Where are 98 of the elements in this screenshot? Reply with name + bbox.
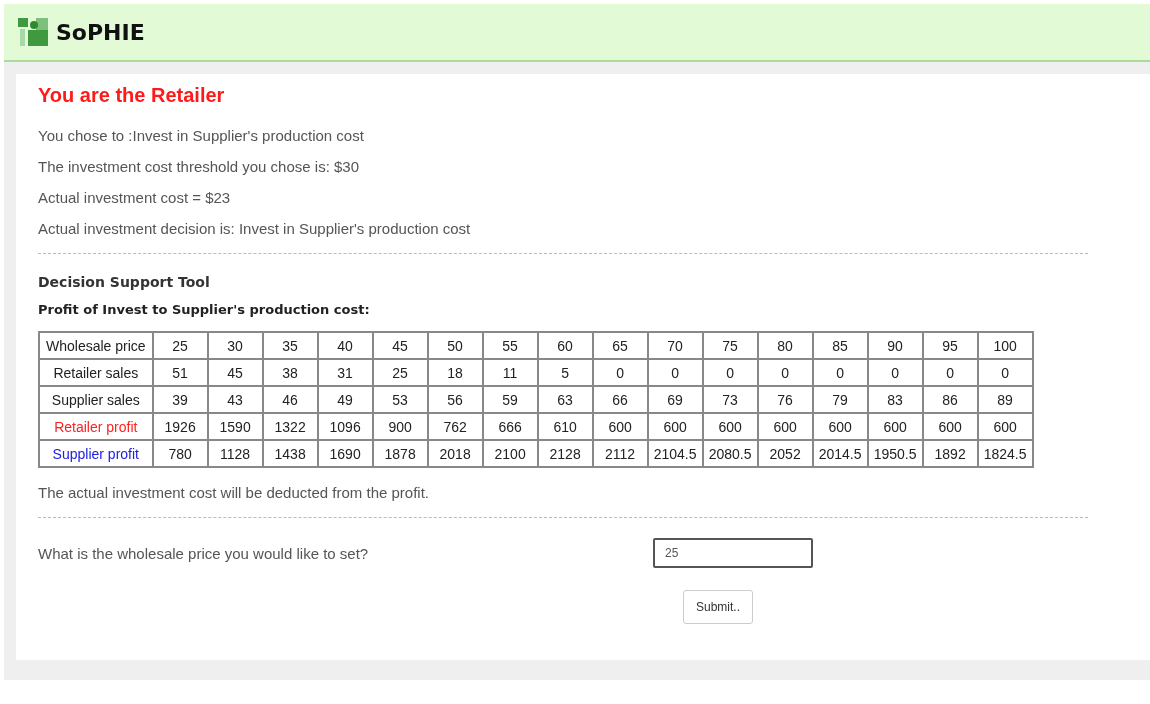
info-text: The investment cost threshold you chose is: $30 (38, 158, 360, 175)
table-cell: 46 (262, 386, 318, 413)
info-text: Actual investment decision is: Invest in Supplier's production cost (38, 220, 472, 237)
table-cell: 69 (647, 386, 703, 413)
table-cell: 600 (867, 413, 923, 440)
table-cell: 11 (482, 359, 538, 386)
table-cell: 73 (702, 386, 758, 413)
table-cell: 45 (207, 359, 263, 386)
info-text: Actual investment cost = $23 (38, 189, 232, 206)
table-cell: 600 (647, 413, 703, 440)
table-cell: 1950.5 (867, 440, 923, 467)
table-cell: 0 (647, 359, 703, 386)
table-cell: 100 (977, 332, 1033, 359)
table-cell: 51 (152, 359, 208, 386)
table-cell: 83 (867, 386, 923, 413)
table-cell: 89 (977, 386, 1033, 413)
table-cell: 0 (867, 359, 923, 386)
table-cell: 85 (812, 332, 868, 359)
role-heading: You are the Retailer (38, 84, 226, 107)
table-cell: 2112 (592, 440, 648, 467)
table-cell: 50 (427, 332, 483, 359)
table-cell: 2080.5 (702, 440, 758, 467)
table-cell: 2104.5 (647, 440, 703, 467)
people-logo-icon (18, 18, 48, 46)
table-cell: 76 (757, 386, 813, 413)
row-header: Supplier sales (39, 386, 153, 413)
table-cell: 2014.5 (812, 440, 868, 467)
table-cell: 40 (317, 332, 373, 359)
table-cell: 600 (702, 413, 758, 440)
row-header: Wholesale price (39, 332, 153, 359)
table-cell: 0 (977, 359, 1033, 386)
table-cell: 18 (427, 359, 483, 386)
table-cell: 1824.5 (977, 440, 1033, 467)
table-cell: 1878 (372, 440, 428, 467)
table-cell: 35 (262, 332, 318, 359)
app-title: SoPHIE (56, 19, 145, 45)
table-cell: 780 (152, 440, 208, 467)
table-cell: 2052 (757, 440, 813, 467)
row-header: Supplier profit (39, 440, 153, 467)
price-input[interactable]: 25 (653, 538, 813, 568)
table-cell: 59 (482, 386, 538, 413)
table-cell: 600 (812, 413, 868, 440)
table-cell: 2128 (537, 440, 593, 467)
table-cell: 90 (867, 332, 923, 359)
table-cell: 610 (537, 413, 593, 440)
table-cell: 1096 (317, 413, 373, 440)
submit-button[interactable]: Submit.. (683, 590, 753, 624)
table-cell: 900 (372, 413, 428, 440)
table-cell: 0 (757, 359, 813, 386)
table-cell: 30 (207, 332, 263, 359)
table-cell: 70 (647, 332, 703, 359)
table-cell: 1926 (152, 413, 208, 440)
table-cell: 0 (922, 359, 978, 386)
row-header: Retailer profit (39, 413, 153, 440)
table-cell: 1322 (262, 413, 318, 440)
section-title: Decision Support Tool (38, 274, 211, 290)
table-cell: 95 (922, 332, 978, 359)
table-cell: 25 (372, 359, 428, 386)
table-cell: 666 (482, 413, 538, 440)
table-cell: 600 (977, 413, 1033, 440)
table-cell: 0 (702, 359, 758, 386)
info-text: You chose to :Invest in Supplier's production cost (38, 127, 365, 144)
note-text: The actual investment cost will be deducted from the profit. (38, 484, 431, 501)
row-header: Retailer sales (39, 359, 153, 386)
table-cell: 1128 (207, 440, 263, 467)
question-label: What is the wholesale price you would like to set? (38, 544, 370, 562)
table-cell: 86 (922, 386, 978, 413)
table-cell: 60 (537, 332, 593, 359)
table-caption: Profit of Invest to Supplier's production cost: (38, 302, 371, 317)
table-cell: 75 (702, 332, 758, 359)
table-cell: 43 (207, 386, 263, 413)
table-cell: 80 (757, 332, 813, 359)
table-cell: 600 (922, 413, 978, 440)
table-cell: 2100 (482, 440, 538, 467)
table-cell: 53 (372, 386, 428, 413)
table-cell: 56 (427, 386, 483, 413)
table-cell: 65 (592, 332, 648, 359)
table-cell: 39 (152, 386, 208, 413)
table-cell: 762 (427, 413, 483, 440)
table-cell: 5 (537, 359, 593, 386)
table-cell: 0 (812, 359, 868, 386)
table-cell: 600 (592, 413, 648, 440)
table-cell: 600 (757, 413, 813, 440)
table-cell: 66 (592, 386, 648, 413)
table-cell: 31 (317, 359, 373, 386)
table-cell: 63 (537, 386, 593, 413)
table-cell: 1690 (317, 440, 373, 467)
table-cell: 55 (482, 332, 538, 359)
table-cell: 79 (812, 386, 868, 413)
table-cell: 38 (262, 359, 318, 386)
table-cell: 2018 (427, 440, 483, 467)
table-cell: 49 (317, 386, 373, 413)
table-cell: 1590 (207, 413, 263, 440)
table-cell: 25 (152, 332, 208, 359)
table-cell: 1892 (922, 440, 978, 467)
table-cell: 0 (592, 359, 648, 386)
table-cell: 1438 (262, 440, 318, 467)
table-cell: 45 (372, 332, 428, 359)
